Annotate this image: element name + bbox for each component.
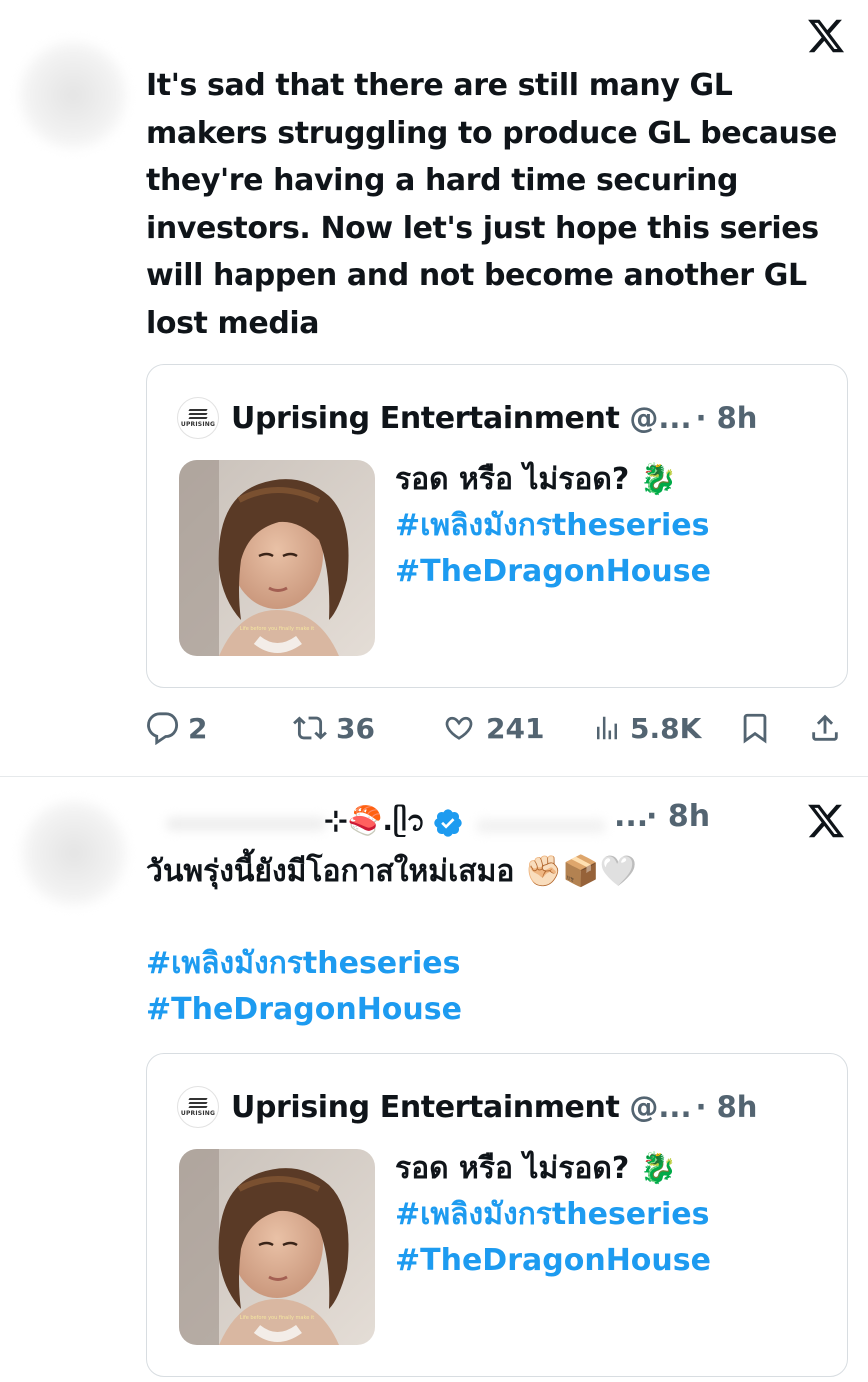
author-handle[interactable]: ... (614, 799, 648, 834)
display-name-emoji[interactable]: ⊹🍣.ᥫ᭡ (324, 801, 425, 851)
reply-count: 2 (188, 711, 208, 745)
like-count: 241 (486, 711, 545, 745)
retweet-icon (293, 716, 327, 740)
quoted-tweet-text: รอด หรือ ไม่รอด? 🐉 #เพลิงมังกรtheseries … (395, 1146, 711, 1284)
quoted-author-handle[interactable]: @... (629, 401, 691, 435)
portrait-image: Life before you finally make it (179, 460, 375, 656)
retweet-button[interactable]: 36 (292, 700, 375, 756)
share-icon (812, 714, 838, 741)
quoted-author-name[interactable]: Uprising Entertainment (231, 1090, 620, 1125)
tweet-body: วันพรุ่งนี้ยังมีโอกาสใหม่เสมอ ✊🏻📦🤍 #เพลิ… (146, 849, 637, 1033)
hashtag-link[interactable]: #เพลิงมังกรtheseries (146, 941, 637, 987)
bookmark-button[interactable] (738, 700, 772, 756)
quoted-tweet-header: UPRISING Uprising Entertainment @... · 8… (177, 395, 827, 441)
verified-badge-icon (434, 809, 462, 837)
reply-button[interactable]: 2 (146, 700, 207, 756)
tweet-header: ⊹🍣.ᥫ᭡ ... · 8h (146, 799, 746, 845)
svg-text:Life before you finally make i: Life before you finally make it (240, 1315, 314, 1321)
avatar[interactable] (20, 799, 128, 907)
quoted-text-line: รอด หรือ ไม่รอด? 🐉 (395, 462, 678, 497)
avatar[interactable] (18, 40, 128, 150)
tweet-actions: 2 36 241 5.8K (146, 700, 848, 756)
hashtag-link[interactable]: #TheDragonHouse (395, 1238, 711, 1284)
quoted-timestamp[interactable]: · 8h (695, 1090, 757, 1124)
share-button[interactable] (808, 700, 842, 756)
blurred-display-name[interactable] (166, 817, 326, 831)
reply-icon (147, 712, 179, 745)
quoted-author-name[interactable]: Uprising Entertainment (231, 401, 620, 436)
tweet[interactable]: ⊹🍣.ᥫ᭡ ... · 8h วันพรุ่งนี้ยังมีโอกาสใหม่… (0, 777, 868, 1382)
quoted-media-thumbnail[interactable]: Life before you finally make it (179, 460, 375, 656)
quoted-author-handle[interactable]: @... (629, 1090, 691, 1124)
tweet-text: วันพรุ่งนี้ยังมีโอกาสใหม่เสมอ ✊🏻📦🤍 (146, 854, 637, 889)
quoted-tweet-header: UPRISING Uprising Entertainment @... · 8… (177, 1084, 827, 1130)
like-icon (445, 716, 473, 740)
uprising-logo[interactable]: UPRISING (177, 1086, 219, 1128)
quoted-media-thumbnail[interactable]: Life before you finally make it (179, 1149, 375, 1345)
tweet-text: It's sad that there are still many GL ma… (146, 68, 837, 341)
views-button[interactable]: 5.8K (592, 700, 701, 756)
tweet-body: It's sad that there are still many GL ma… (146, 62, 848, 347)
tweet-timestamp[interactable]: · 8h (646, 799, 710, 834)
x-logo-icon (808, 19, 845, 53)
tweet[interactable]: It's sad that there are still many GL ma… (0, 0, 868, 776)
retweet-count: 36 (336, 711, 375, 745)
like-button[interactable]: 241 (440, 700, 544, 756)
hashtag-link[interactable]: #เพลิงมังกรtheseries (395, 503, 711, 549)
hashtag-link[interactable]: #TheDragonHouse (146, 987, 637, 1033)
x-logo-icon (808, 804, 845, 838)
quoted-tweet[interactable]: UPRISING Uprising Entertainment @... · 8… (146, 364, 848, 688)
views-count: 5.8K (630, 711, 702, 745)
views-icon (597, 716, 617, 740)
quoted-tweet[interactable]: UPRISING Uprising Entertainment @... · 8… (146, 1053, 848, 1377)
bookmark-icon (743, 713, 767, 744)
hashtag-link[interactable]: #เพลิงมังกรtheseries (395, 1192, 711, 1238)
quoted-text-line: รอด หรือ ไม่รอด? 🐉 (395, 1151, 678, 1186)
blurred-handle[interactable] (476, 819, 606, 833)
quoted-tweet-text: รอด หรือ ไม่รอด? 🐉 #เพลิงมังกรtheseries … (395, 457, 711, 595)
quoted-timestamp[interactable]: · 8h (695, 401, 757, 435)
hashtag-link[interactable]: #TheDragonHouse (395, 549, 711, 595)
portrait-image: Life before you finally make it (179, 1149, 375, 1345)
svg-text:Life before you finally make i: Life before you finally make it (240, 626, 314, 632)
uprising-logo[interactable]: UPRISING (177, 397, 219, 439)
